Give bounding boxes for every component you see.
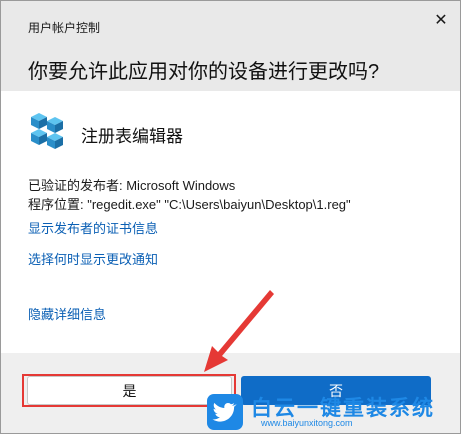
publisher-info: 已验证的发布者: Microsoft Windows — [28, 178, 236, 193]
hide-details-link[interactable]: 隐藏详细信息 — [28, 304, 106, 323]
show-certificate-link[interactable]: 显示发布者的证书信息 — [28, 218, 158, 237]
regedit-icon — [31, 113, 63, 149]
close-button[interactable]: ✕ — [429, 9, 453, 31]
close-icon: ✕ — [434, 12, 448, 29]
no-button[interactable]: 否 — [241, 376, 431, 405]
window-title: 用户帐户控制 — [28, 21, 101, 35]
prompt-question: 你要允许此应用对你的设备进行更改吗? — [28, 61, 380, 83]
notification-settings-link[interactable]: 选择何时显示更改通知 — [28, 249, 158, 268]
app-name: 注册表编辑器 — [81, 127, 183, 146]
program-location: 程序位置: "regedit.exe" "C:\Users\baiyun\Des… — [28, 197, 351, 212]
dialog-header: 用户帐户控制 ✕ 你要允许此应用对你的设备进行更改吗? — [1, 1, 460, 91]
highlight-box — [22, 374, 236, 407]
uac-dialog: 用户帐户控制 ✕ 你要允许此应用对你的设备进行更改吗? 注册表编辑器 已验证的发… — [0, 0, 461, 434]
